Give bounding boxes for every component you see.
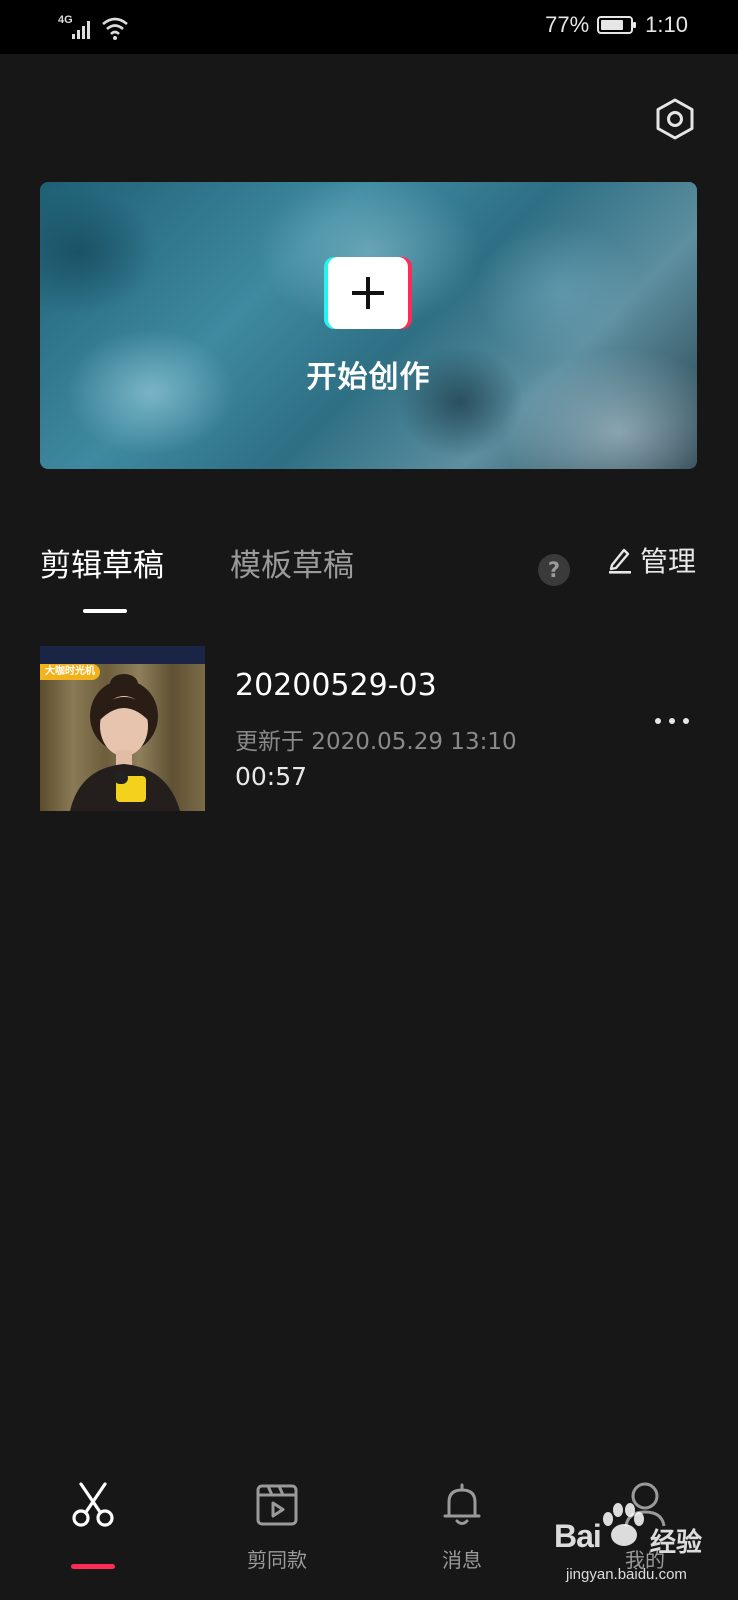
plus-tile [324,257,412,329]
draft-list-item[interactable]: 大咖时光机 20200529-03 更新于 2020.05.29 13:10 0… [40,646,700,812]
tab-template-drafts[interactable]: 模板草稿 [230,540,354,585]
plus-tile-face [328,257,408,329]
nav-messages[interactable]: 消息 [392,1480,532,1590]
nav-template[interactable]: 剪同款 [207,1480,347,1590]
draft-duration: 00:57 [235,762,308,791]
watermark-brand-tail: 经验 [650,1528,703,1558]
nav-messages-label: 消息 [442,1548,482,1572]
clapperboard-icon [256,1484,298,1526]
active-tab-indicator [83,609,127,613]
nav-template-label: 剪同款 [247,1548,307,1572]
start-create-button[interactable]: 开始创作 [40,182,697,469]
baidu-watermark: Bai 经验 jingyan.baidu.com [548,1500,738,1590]
battery-icon [597,16,637,34]
status-right: 77% 1:10 [545,12,688,38]
scissors-icon [72,1482,114,1527]
plus-icon [352,277,384,309]
draft-name: 20200529-03 [235,668,437,703]
app-screen: 4G 77% 1:10 开始创作 剪辑草稿 模板草稿 ? 管理 大咖时光机 20… [0,0,738,1600]
more-options-button[interactable] [652,706,692,736]
hexagon-settings-icon [656,98,694,140]
signal-icon [72,21,90,39]
settings-button[interactable] [652,96,698,142]
nav-clip[interactable] [23,1480,163,1590]
manage-button[interactable]: 管理 [606,540,696,580]
tab-edit-drafts[interactable]: 剪辑草稿 [40,540,164,585]
paw-icon [603,1503,644,1546]
battery-percent: 77% [545,12,590,37]
watermark-url: jingyan.baidu.com [566,1566,687,1583]
draft-thumbnail: 大咖时光机 [40,646,205,811]
clock: 1:10 [645,12,688,37]
start-create-label: 开始创作 [306,360,431,395]
thumbnail-tag: 大咖时光机 [40,664,100,680]
nav-active-underline [71,1564,115,1569]
status-bar: 4G 77% 1:10 [0,0,738,54]
bell-icon [443,1483,481,1525]
draft-tabs: 剪辑草稿 模板草稿 ? 管理 [40,540,700,613]
edit-pencil-icon [609,548,631,574]
manage-label: 管理 [640,545,697,578]
create-banner: 开始创作 [40,182,697,469]
draft-updated-time: 更新于 2020.05.29 13:10 [235,729,517,755]
help-button[interactable]: ? [538,554,570,586]
wifi-icon [102,17,128,40]
watermark-brand: Bai [554,1518,602,1554]
more-dots-icon [655,718,689,724]
